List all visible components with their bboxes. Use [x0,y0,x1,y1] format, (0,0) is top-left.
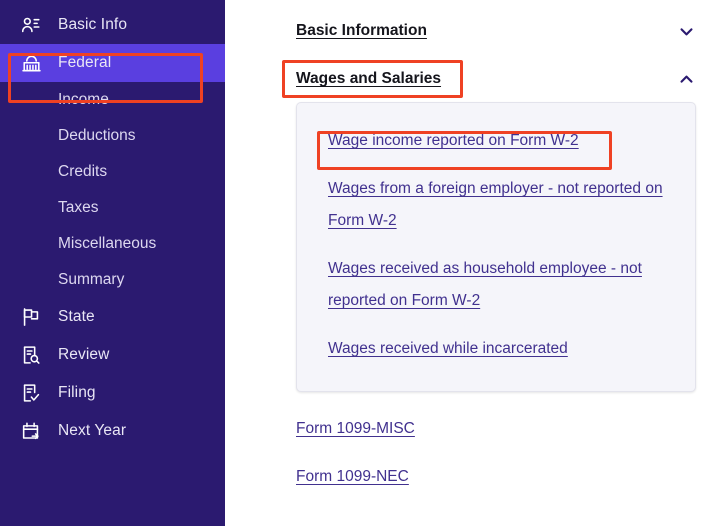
capitol-building-icon [18,50,44,76]
sidebar-item-label: Taxes [58,199,99,216]
sidebar-item-basic-info[interactable]: Basic Info [0,6,225,44]
sidebar-item-label: Next Year [58,422,127,439]
link-wages-incarcerated[interactable]: Wages received while incarcerated [328,333,673,365]
sidebar-item-label: Review [58,346,110,363]
section-wages-and-salaries[interactable]: Wages and Salaries [296,62,704,96]
sidebar-item-federal[interactable]: Federal [0,44,225,82]
sidebar-item-next-year[interactable]: Next Year [0,412,225,450]
person-list-icon [18,12,44,38]
section-basic-information[interactable]: Basic Information [296,14,704,48]
sidebar-item-state[interactable]: State [0,298,225,336]
link-wage-income-w2[interactable]: Wage income reported on Form W-2 [328,125,673,157]
document-check-icon [18,380,44,406]
sidebar-item-income[interactable]: Income [0,82,225,118]
sidebar-item-label: Filing [58,384,96,401]
sidebar: Basic Info Federal Income Deductions Cre… [0,0,225,526]
calendar-arrow-icon [18,418,44,444]
sidebar-item-deductions[interactable]: Deductions [0,118,225,154]
chevron-up-icon[interactable] [675,68,697,90]
sidebar-item-label: Deductions [58,127,136,144]
sidebar-item-review[interactable]: Review [0,336,225,374]
sidebar-item-label: Federal [58,54,112,71]
chevron-down-icon[interactable] [675,20,697,42]
sidebar-item-label: Summary [58,271,125,288]
sidebar-item-taxes[interactable]: Taxes [0,190,225,226]
sidebar-item-summary[interactable]: Summary [0,262,225,298]
link-wages-foreign-employer[interactable]: Wages from a foreign employer - not repo… [328,173,673,237]
document-search-icon [18,342,44,368]
section-title: Basic Information [296,22,427,39]
sidebar-item-label: Miscellaneous [58,235,157,252]
app-root: Basic Info Federal Income Deductions Cre… [0,0,722,526]
sidebar-item-label: Basic Info [58,16,128,33]
sidebar-item-filing[interactable]: Filing [0,374,225,412]
sidebar-item-label: Credits [58,163,108,180]
link-form-1099-nec[interactable]: Form 1099-NEC [296,468,704,486]
link-wages-household-employee[interactable]: Wages received as household employee - n… [328,253,673,317]
section-title: Wages and Salaries [296,70,442,87]
flag-icon [18,304,44,330]
main-content: Basic Information Wages and Salaries Wag… [225,0,722,526]
wages-and-salaries-panel: Wage income reported on Form W-2 Wages f… [296,102,696,392]
sidebar-item-label: Income [58,91,109,108]
sidebar-item-credits[interactable]: Credits [0,154,225,190]
sidebar-item-label: State [58,308,95,325]
sidebar-item-miscellaneous[interactable]: Miscellaneous [0,226,225,262]
link-form-1099-misc[interactable]: Form 1099-MISC [296,420,704,438]
